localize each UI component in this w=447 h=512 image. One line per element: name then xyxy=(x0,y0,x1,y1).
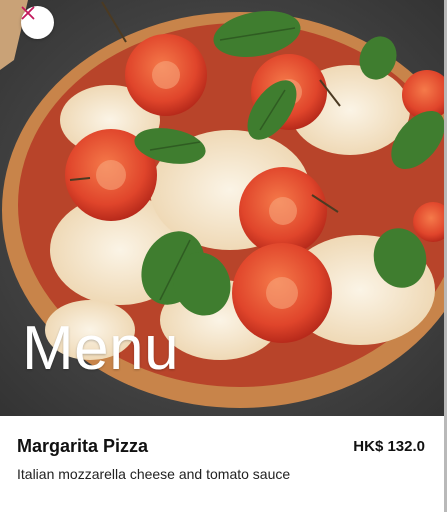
item-description: Italian mozzarella cheese and tomato sau… xyxy=(17,466,291,482)
close-icon xyxy=(21,6,35,20)
hero-image: Menu xyxy=(0,0,447,416)
close-button[interactable] xyxy=(21,6,54,39)
item-name: Margarita Pizza xyxy=(17,436,149,456)
item-details: Margarita Pizza HK$ 132.0 Italian mozzar… xyxy=(0,416,447,512)
item-price: HK$ 132.0 xyxy=(353,438,425,455)
menu-item-screen: Menu Margarita Pizza HK$ 132.0 Italian m… xyxy=(0,0,447,512)
menu-title: Menu xyxy=(22,314,180,383)
